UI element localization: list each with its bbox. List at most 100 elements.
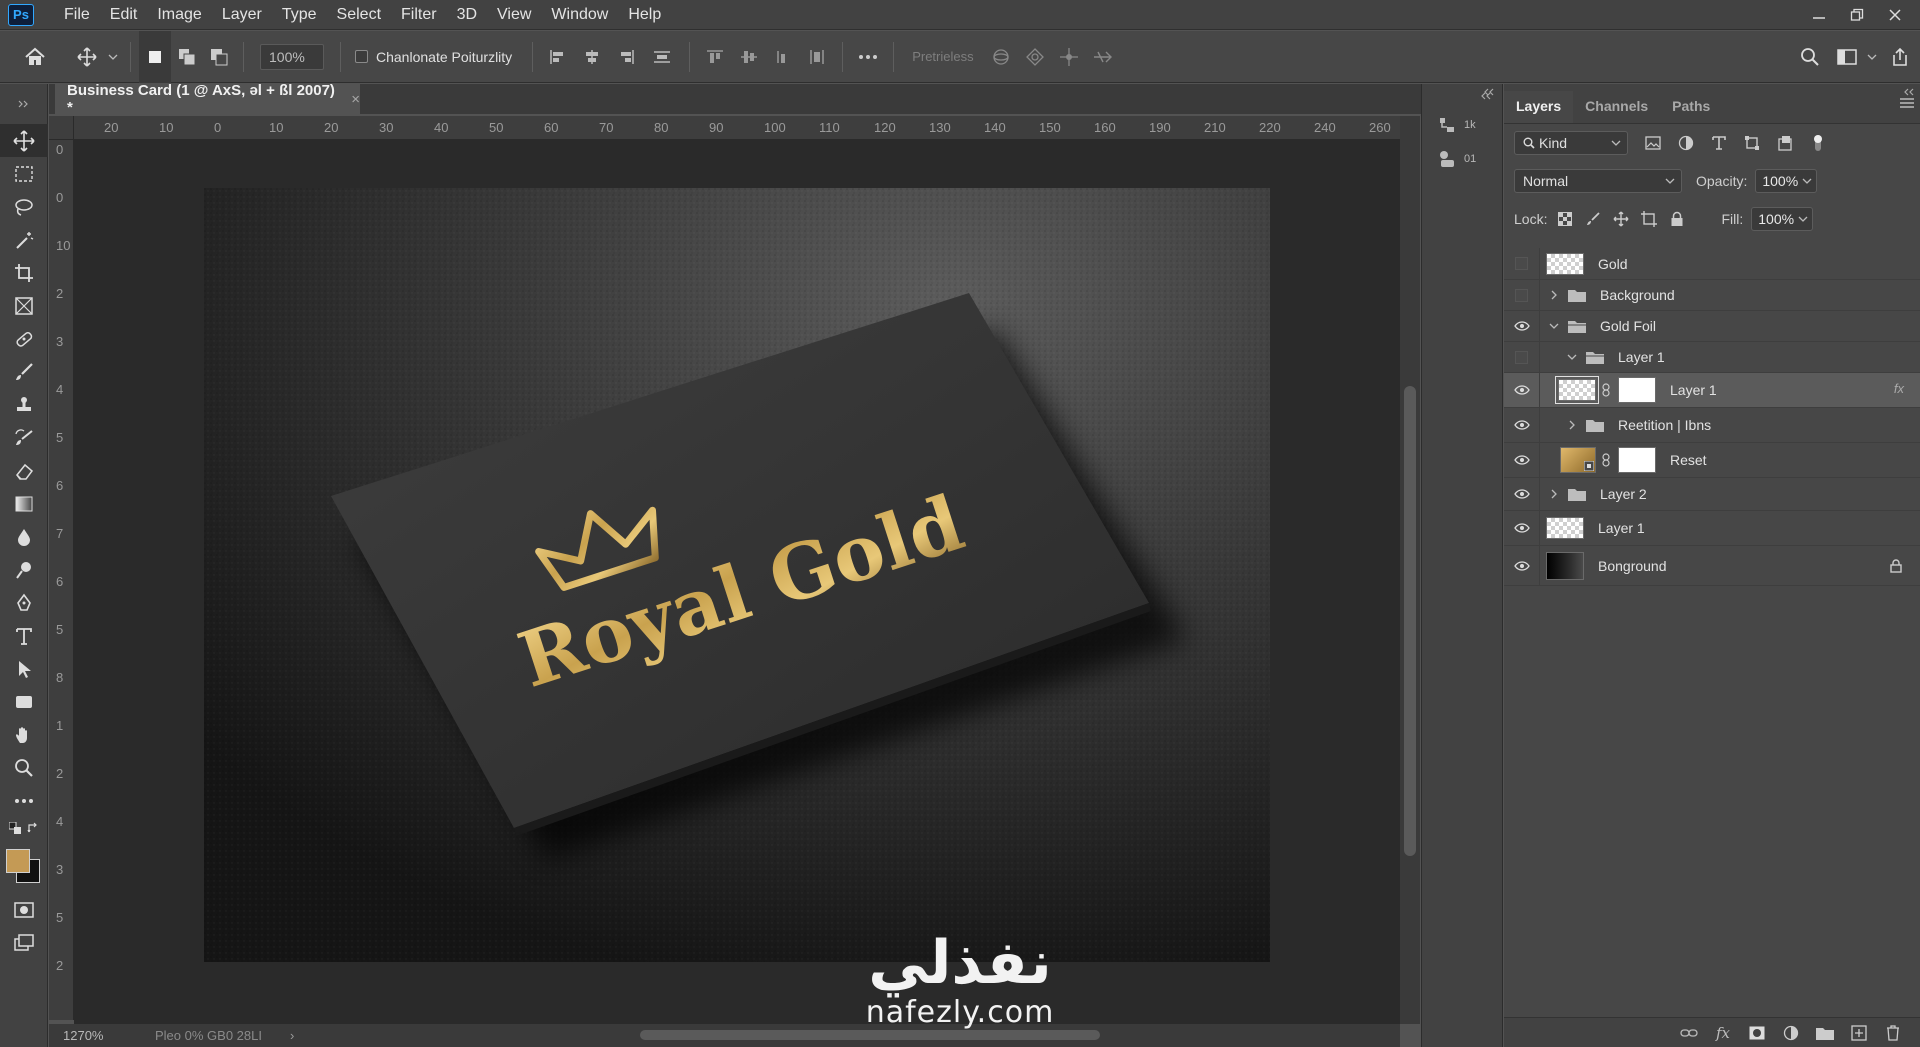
expand-toggle[interactable]: [1564, 420, 1580, 430]
tab-paths[interactable]: Paths: [1660, 91, 1722, 123]
menu-select[interactable]: Select: [327, 0, 391, 30]
swap-colors-icon[interactable]: [27, 822, 39, 834]
align-top-button[interactable]: [698, 31, 732, 83]
tab-layers[interactable]: Layers: [1504, 91, 1574, 123]
layer-row[interactable]: Layer 1: [1504, 511, 1920, 546]
canvas-area[interactable]: Royal Gold: [74, 140, 1400, 1024]
healing-tool[interactable]: [0, 322, 48, 355]
fx-icon[interactable]: fx: [1894, 381, 1904, 396]
frame-tool[interactable]: [0, 289, 48, 322]
visibility-toggle[interactable]: [1504, 248, 1540, 279]
expand-toggle[interactable]: [1546, 322, 1562, 330]
foreground-color[interactable]: [6, 849, 30, 873]
history-brush-tool[interactable]: [0, 421, 48, 454]
new-group-button[interactable]: [1808, 1018, 1842, 1047]
close-button[interactable]: [1876, 0, 1914, 30]
menu-window[interactable]: Window: [541, 0, 618, 30]
align-bottom-button[interactable]: [766, 31, 800, 83]
filter-toggle-button[interactable]: [1801, 128, 1834, 158]
distribute-vertical-button[interactable]: [800, 31, 834, 83]
lock-icon[interactable]: [1890, 558, 1902, 573]
expand-toggle[interactable]: [1546, 489, 1562, 499]
layer-group-row[interactable]: Gold Foil: [1504, 311, 1920, 342]
menu-3d[interactable]: 3D: [447, 0, 487, 30]
path-selection-tool[interactable]: [0, 652, 48, 685]
layer-group-row[interactable]: Reetition | Ibns: [1504, 408, 1920, 443]
fill-input[interactable]: 100%: [1751, 207, 1814, 231]
layer-group-row[interactable]: Layer 1: [1504, 342, 1920, 373]
checkbox[interactable]: [355, 50, 368, 63]
align-left-button[interactable]: [541, 31, 575, 83]
default-colors-icon[interactable]: [9, 822, 21, 834]
opacity-input[interactable]: 100%: [1755, 169, 1818, 193]
menu-help[interactable]: Help: [618, 0, 671, 30]
filter-type-button[interactable]: [1702, 128, 1735, 158]
visibility-toggle[interactable]: [1504, 342, 1540, 372]
distribute-button[interactable]: [643, 31, 681, 83]
link-layers-button[interactable]: [1672, 1018, 1706, 1047]
visibility-toggle[interactable]: [1504, 546, 1540, 585]
expand-toggle[interactable]: [1546, 290, 1562, 300]
scroll-thumb[interactable]: [640, 1030, 1100, 1040]
vertical-ruler[interactable]: 0 0 10 2 3 4 5 6 7 6 5 8 1 2 4 3 5 2: [49, 140, 74, 1020]
edit-toolbar-button[interactable]: [0, 784, 48, 817]
preset-dropdown[interactable]: [104, 31, 122, 83]
subtract-selection-button[interactable]: [203, 31, 235, 83]
layer-row[interactable]: Bonground: [1504, 546, 1920, 586]
artwork-image[interactable]: Royal Gold: [204, 188, 1270, 962]
blur-tool[interactable]: [0, 520, 48, 553]
menu-file[interactable]: File: [54, 0, 100, 30]
blend-mode-select[interactable]: Normal: [1514, 169, 1682, 193]
new-layer-button[interactable]: [1842, 1018, 1876, 1047]
panel-collapse-button[interactable]: [1900, 84, 1918, 100]
rectangle-tool[interactable]: [0, 685, 48, 718]
lock-pixels-button[interactable]: [1579, 204, 1607, 234]
close-tab-icon[interactable]: ×: [351, 91, 360, 108]
lock-transparent-button[interactable]: [1551, 204, 1579, 234]
kind-filter-select[interactable]: Kind: [1514, 131, 1628, 155]
visibility-toggle[interactable]: [1504, 311, 1540, 341]
marquee-tool[interactable]: [0, 157, 48, 190]
filter-adjustment-button[interactable]: [1669, 128, 1702, 158]
shapes-panel-button[interactable]: 01: [1422, 142, 1502, 176]
delete-layer-button[interactable]: [1876, 1018, 1910, 1047]
layer-thumbnail[interactable]: [1560, 447, 1596, 473]
menu-image[interactable]: Image: [147, 0, 211, 30]
align-right-button[interactable]: [609, 31, 643, 83]
lock-artboard-button[interactable]: [1635, 204, 1663, 234]
restore-button[interactable]: [1838, 0, 1876, 30]
visibility-toggle[interactable]: [1504, 511, 1540, 545]
more-options-button[interactable]: [851, 31, 885, 83]
link-icon[interactable]: [1600, 383, 1612, 397]
tab-channels[interactable]: Channels: [1573, 91, 1660, 123]
add-style-button[interactable]: fx: [1706, 1018, 1740, 1047]
brush-tool[interactable]: [0, 355, 48, 388]
ruler-corner[interactable]: [49, 116, 74, 140]
menu-layer[interactable]: Layer: [212, 0, 272, 30]
roll-3d-button[interactable]: [1018, 31, 1052, 83]
visibility-toggle[interactable]: [1504, 373, 1540, 407]
type-tool[interactable]: [0, 619, 48, 652]
option-checkbox[interactable]: Chanlonate Poiturzlity: [349, 31, 518, 83]
share-button[interactable]: [1880, 31, 1920, 83]
move-tool[interactable]: [0, 124, 48, 157]
crop-tool[interactable]: [0, 256, 48, 289]
visibility-toggle[interactable]: [1504, 408, 1540, 442]
layer-mask-thumbnail[interactable]: [1618, 447, 1656, 473]
panel-collapse-button[interactable]: [1480, 84, 1498, 100]
status-arrow[interactable]: ›: [290, 1028, 294, 1043]
screen-mode-button[interactable]: [0, 926, 48, 959]
slide-3d-button[interactable]: [1086, 31, 1120, 83]
menu-view[interactable]: View: [487, 0, 541, 30]
search-button[interactable]: [1790, 31, 1830, 83]
workspace-button[interactable]: [1830, 31, 1864, 83]
visibility-toggle[interactable]: [1504, 478, 1540, 510]
quick-selection-tool[interactable]: [0, 223, 48, 256]
expand-toggle[interactable]: [1564, 353, 1580, 361]
filter-smart-object-button[interactable]: [1768, 128, 1801, 158]
history-panel-button[interactable]: 1k: [1422, 108, 1502, 142]
menu-edit[interactable]: Edit: [100, 0, 148, 30]
zoom-field[interactable]: 100%: [260, 43, 324, 70]
photoshop-logo[interactable]: Ps: [8, 3, 34, 26]
horizontal-ruler[interactable]: 20 10 0 10 20 30 40 50 60 70 80 90 100 110 120 130 140 15…: [74, 116, 1400, 140]
